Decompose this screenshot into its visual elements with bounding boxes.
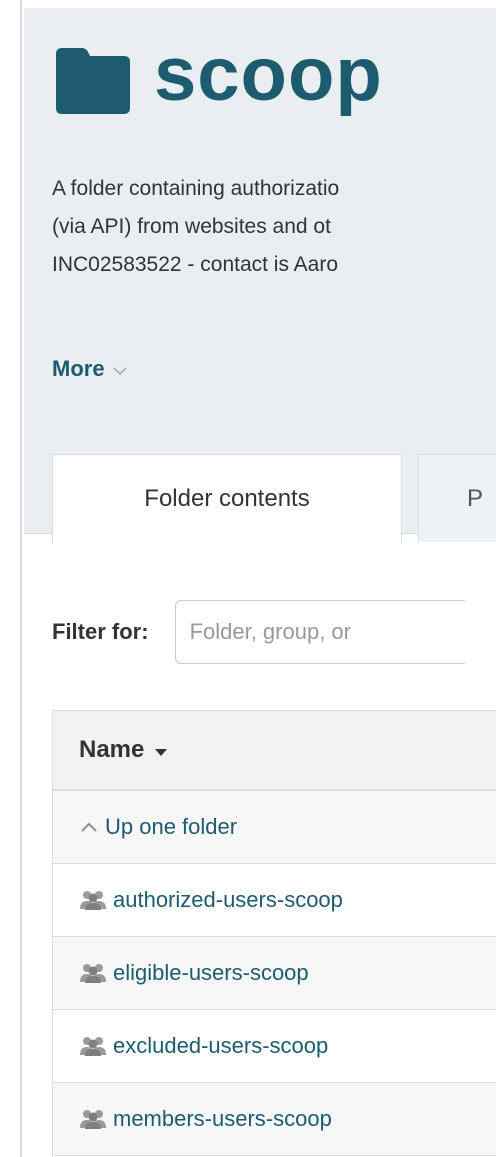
column-header-label: Name [79, 736, 145, 763]
group-icon [79, 889, 107, 911]
row-link[interactable]: excluded-users-scoop [113, 1033, 328, 1059]
title-row: scoop [52, 36, 383, 126]
tab-bar: Folder contents P [52, 454, 496, 543]
tab-label: Folder contents [144, 485, 310, 512]
folder-description: A folder containing authorizatio (via AP… [52, 170, 496, 284]
group-icon [79, 962, 107, 984]
filter-label: Filter for: [52, 619, 149, 644]
filter-input[interactable] [174, 600, 465, 664]
group-icon [79, 1108, 107, 1130]
table-row[interactable]: members-users-scoop [53, 1083, 496, 1156]
page: scoop A folder containing authorizatio (… [0, 0, 496, 1157]
table-row[interactable]: excluded-users-scoop [53, 1010, 496, 1083]
tab-folder-contents[interactable]: Folder contents [52, 454, 402, 543]
caret-down-icon [144, 736, 168, 764]
description-line: (via API) from websites and ot [52, 215, 331, 238]
chevron-up-icon [79, 820, 99, 834]
page-title: scoop [154, 32, 383, 117]
row-link[interactable]: members-users-scoop [113, 1106, 332, 1132]
row-link[interactable]: Up one folder [105, 814, 237, 840]
description-line: INC02583522 - contact is Aaro [52, 253, 339, 276]
left-border [0, 0, 22, 1157]
filter-row: Filter for: [52, 598, 465, 666]
description-line: A folder containing authorizatio [52, 177, 340, 200]
group-icon [79, 1035, 107, 1057]
table-row[interactable]: authorized-users-scoop [53, 864, 496, 937]
row-link[interactable]: eligible-users-scoop [113, 960, 309, 986]
tab-label: P [467, 484, 484, 512]
folder-header: scoop A folder containing authorizatio (… [24, 8, 496, 543]
more-label: More [52, 356, 105, 381]
row-link[interactable]: authorized-users-scoop [113, 887, 343, 913]
table-row[interactable]: eligible-users-scoop [53, 937, 496, 1010]
up-one-folder-row[interactable]: Up one folder [53, 791, 496, 864]
chevron-down-icon [105, 356, 127, 382]
folder-icon [52, 46, 132, 116]
more-toggle[interactable]: More [52, 356, 127, 382]
tab-second[interactable]: P [418, 454, 496, 542]
contents-table: Name Up one folder authorized-users-scoo… [52, 710, 496, 1156]
name-column-header[interactable]: Name [53, 711, 496, 791]
